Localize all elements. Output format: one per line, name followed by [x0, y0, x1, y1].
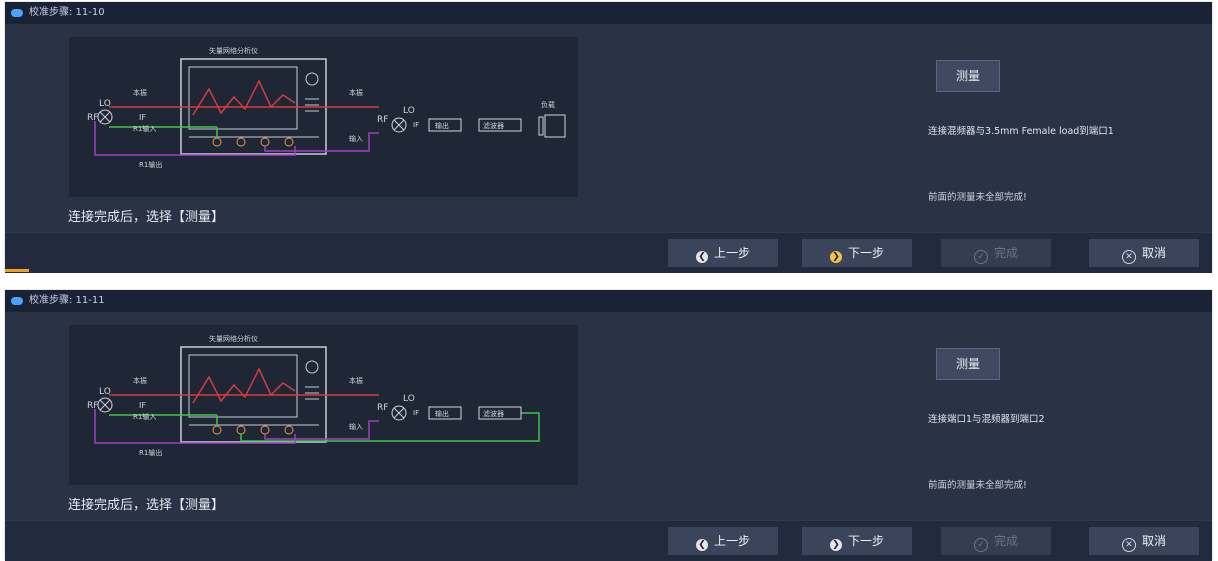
svg-text:输入: 输入: [349, 134, 363, 143]
cancel-icon: ✕: [1121, 538, 1136, 552]
svg-text:RF: RF: [377, 115, 388, 125]
analyzer-knob: [305, 72, 319, 86]
connection-diagram: 矢量网络分析仪 LO RF IF 本振 R1输入 R1输出 本振 输入 RF L…: [69, 37, 578, 197]
svg-text:R1输出: R1输出: [139, 160, 162, 169]
next-button[interactable]: ❯ 下一步: [802, 239, 912, 267]
step-info: 连接混频器与3.5mm Female load到端口1: [928, 126, 1114, 137]
prev-button[interactable]: ❮ 上一步: [668, 239, 778, 267]
svg-text:RF: RF: [87, 401, 98, 411]
measure-button[interactable]: 测量: [936, 348, 1000, 380]
svg-text:本振: 本振: [133, 376, 147, 385]
calibration-dialog-step-1: 校准步骤: 11-10 矢量网络分析仪 LO RF IF 本振 R1输入 R1输…: [5, 2, 1212, 273]
status-text: 前面的测量未全部完成!: [928, 192, 1027, 203]
svg-text:本振: 本振: [349, 88, 363, 97]
button-bar: ❮ 上一步 ❯ 下一步 ✓ 完成 ✕ 取消: [5, 520, 1212, 561]
dialog-title: 校准步骤: 11-11: [29, 295, 105, 306]
accent-strip: [5, 269, 29, 272]
svg-text:滤波器: 滤波器: [483, 121, 504, 130]
next-icon: ❯: [829, 539, 842, 551]
svg-text:R1输入: R1输入: [133, 124, 156, 133]
status-text: 前面的测量未全部完成!: [928, 480, 1027, 491]
title-bar: 校准步骤: 11-11: [5, 290, 1212, 312]
next-icon: ❯: [829, 251, 842, 263]
analyzer-knob: [305, 360, 319, 374]
prev-icon: ❮: [695, 251, 708, 263]
next-button[interactable]: ❯ 下一步: [802, 527, 912, 555]
measure-button[interactable]: 测量: [936, 60, 1000, 92]
port-2: [236, 425, 246, 435]
svg-text:输出: 输出: [435, 121, 449, 130]
svg-text:滤波器: 滤波器: [483, 409, 504, 418]
connection-diagram: 矢量网络分析仪 LO RF IF 本振 R1输入 R1输出 本振 输入 RF L…: [69, 325, 578, 485]
svg-text:LO: LO: [403, 106, 415, 116]
load-icon: [538, 116, 544, 136]
title-bar: 校准步骤: 11-10: [5, 2, 1212, 24]
dialog-title: 校准步骤: 11-10: [29, 7, 105, 18]
svg-text:负载: 负载: [541, 100, 555, 109]
port-3: [260, 137, 270, 147]
svg-text:IF: IF: [139, 401, 146, 410]
trace-line: [192, 79, 296, 116]
svg-text:输出: 输出: [435, 409, 449, 418]
cancel-icon: ✕: [1121, 250, 1136, 264]
svg-text:输入: 输入: [349, 422, 363, 431]
port-1: [212, 137, 222, 147]
prev-icon: ❮: [695, 539, 708, 551]
instruction-text: 连接完成后，选择【测量】: [68, 498, 225, 513]
svg-text:IF: IF: [413, 121, 419, 129]
cancel-button[interactable]: ✕ 取消: [1089, 239, 1199, 267]
port-4: [284, 425, 294, 435]
svg-text:LO: LO: [99, 387, 111, 397]
prev-button[interactable]: ❮ 上一步: [668, 527, 778, 555]
svg-text:LO: LO: [99, 99, 111, 109]
done-icon: ✓: [973, 538, 988, 552]
trace-line: [192, 367, 296, 404]
cancel-button[interactable]: ✕ 取消: [1089, 527, 1199, 555]
svg-text:LO: LO: [403, 394, 415, 404]
port-3: [260, 425, 270, 435]
port-4: [284, 137, 294, 147]
button-bar: ❮ 上一步 ❯ 下一步 ✓ 完成 ✕ 取消: [5, 232, 1212, 273]
svg-text:R1输出: R1输出: [139, 448, 162, 457]
svg-text:IF: IF: [139, 113, 146, 122]
port-2: [236, 137, 246, 147]
calibration-dialog-step-2: 校准步骤: 11-11 矢量网络分析仪 LO RF IF 本振 R1输入 R1输…: [5, 290, 1212, 561]
done-icon: ✓: [973, 250, 988, 264]
analyzer-label: 矢量网络分析仪: [209, 334, 258, 343]
svg-text:IF: IF: [413, 409, 419, 417]
done-button[interactable]: ✓ 完成: [941, 239, 1051, 267]
step-info: 连接端口1与混频器到端口2: [928, 414, 1045, 425]
svg-text:R1输入: R1输入: [133, 412, 156, 421]
svg-text:RF: RF: [87, 113, 98, 123]
done-button[interactable]: ✓ 完成: [941, 527, 1051, 555]
app-icon: [11, 297, 23, 305]
svg-text:本振: 本振: [133, 88, 147, 97]
instruction-text: 连接完成后，选择【测量】: [68, 210, 225, 225]
analyzer-label: 矢量网络分析仪: [209, 46, 258, 55]
port-1: [212, 425, 222, 435]
svg-text:RF: RF: [377, 403, 388, 413]
svg-text:本振: 本振: [349, 376, 363, 385]
app-icon: [11, 9, 23, 17]
